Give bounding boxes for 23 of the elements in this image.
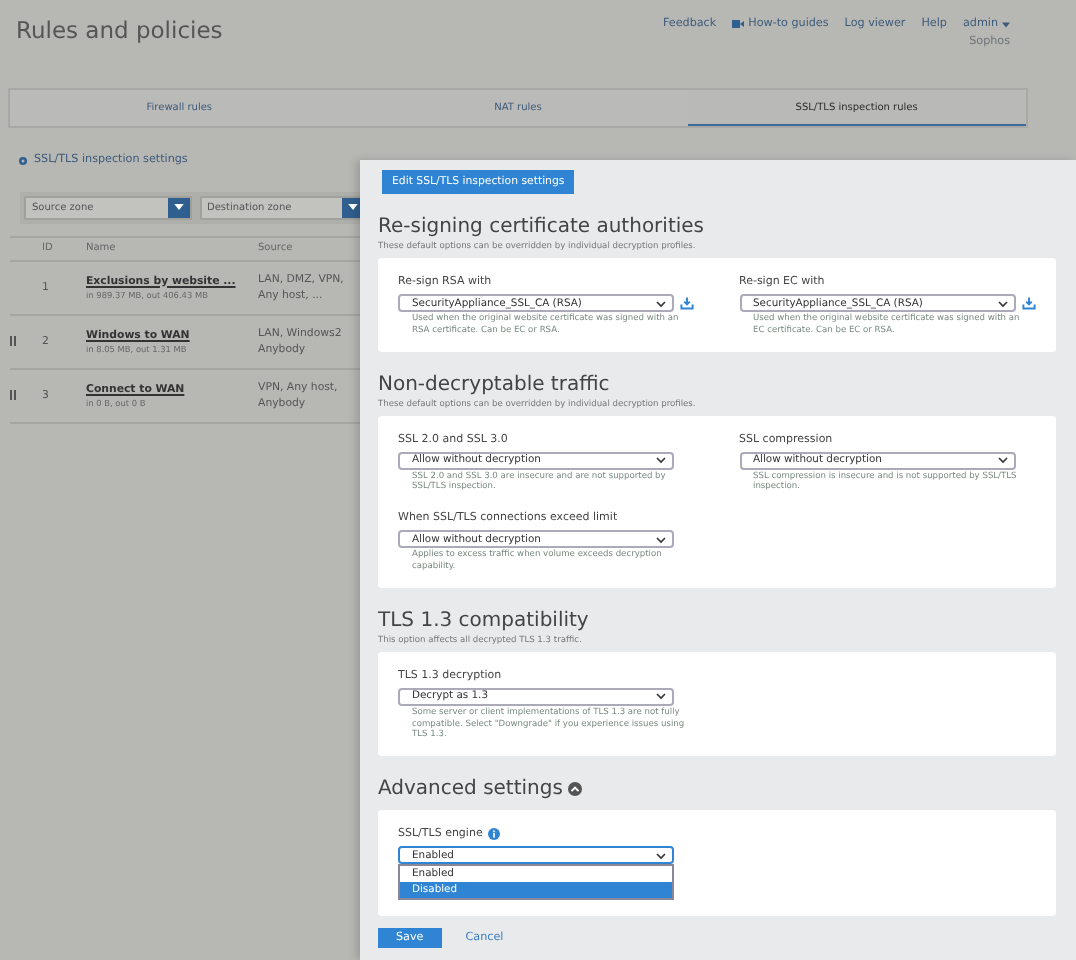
chevron-down-icon xyxy=(656,456,666,465)
section-title: Re-signing certificate authorities xyxy=(378,216,707,238)
caret-down-icon xyxy=(173,204,183,210)
chevron-down-icon xyxy=(656,851,666,860)
chevron-down-icon xyxy=(997,456,1007,465)
chevron-down-icon xyxy=(656,692,666,701)
caret-down-icon xyxy=(348,204,358,210)
gear-icon xyxy=(18,155,28,165)
page-title: Rules and policies xyxy=(16,16,223,48)
chevron-down-icon xyxy=(656,299,666,307)
collapse-icon[interactable] xyxy=(568,782,583,797)
download-icon[interactable] xyxy=(680,296,694,310)
chevron-down-icon xyxy=(656,535,666,544)
drag-handle-icon[interactable] xyxy=(10,390,16,400)
chevron-down-icon xyxy=(997,299,1007,307)
caret-down-icon xyxy=(1002,21,1010,27)
download-icon[interactable] xyxy=(1021,296,1035,310)
drag-handle-icon[interactable] xyxy=(10,336,16,346)
section-title: Non-decryptable traffic xyxy=(378,373,612,396)
info-icon[interactable] xyxy=(488,828,501,841)
section-title: Advanced settings xyxy=(378,778,563,801)
section-title: TLS 1.3 compatibility xyxy=(378,609,591,632)
video-camera-icon xyxy=(732,20,745,28)
